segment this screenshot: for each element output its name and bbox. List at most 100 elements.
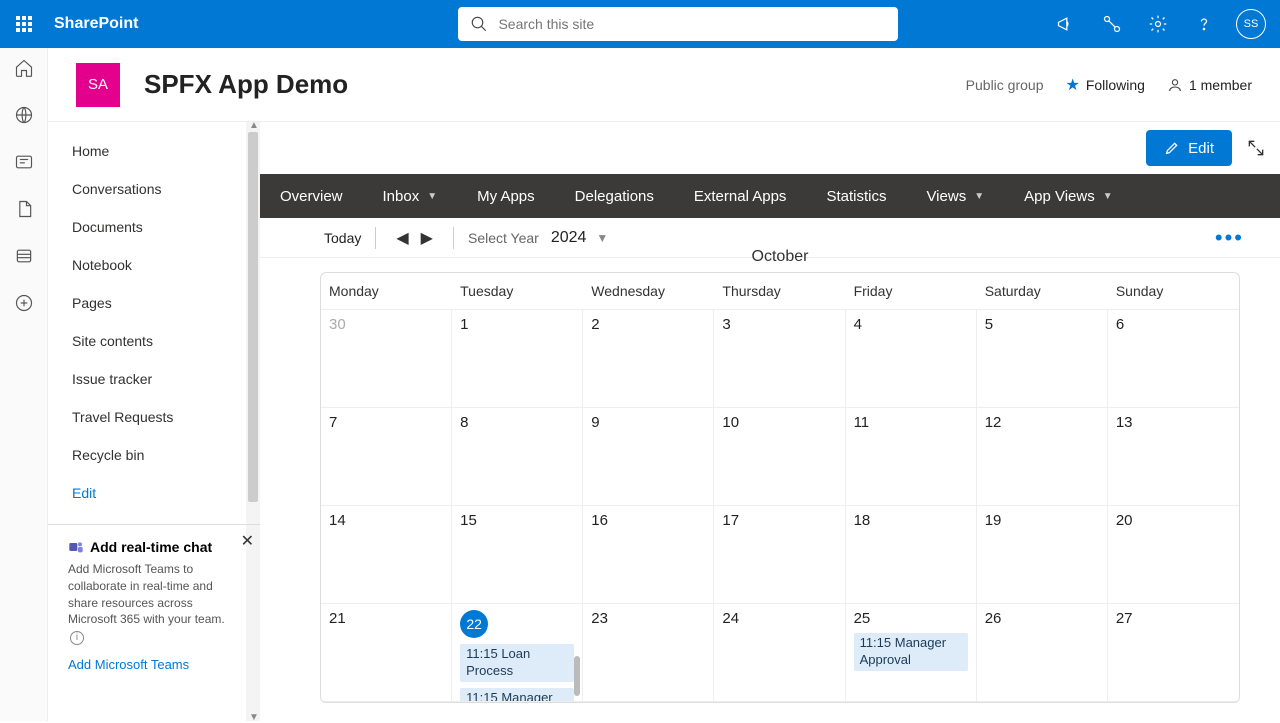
year-value[interactable]: 2024 <box>551 229 587 247</box>
nav-item-issue-tracker[interactable]: Issue tracker <box>48 360 260 398</box>
nav-item-notebook[interactable]: Notebook <box>48 246 260 284</box>
tab-views[interactable]: Views▼ <box>906 174 1004 218</box>
help-button[interactable] <box>1190 10 1218 38</box>
flow-button[interactable] <box>1098 10 1126 38</box>
rail-lists[interactable] <box>14 246 34 271</box>
calendar-cell[interactable]: 20 <box>1108 506 1239 604</box>
calendar-cell[interactable]: 1 <box>452 310 583 408</box>
tab-delegations[interactable]: Delegations <box>555 174 674 218</box>
calendar-cell[interactable]: 21 <box>321 604 452 702</box>
nav-item-pages[interactable]: Pages <box>48 284 260 322</box>
calendar-cell[interactable]: 23 <box>583 604 714 702</box>
chevron-down-icon[interactable]: ▼ <box>596 231 608 245</box>
teams-chat-card: ✕ Add real-time chat Add Microsoft Teams… <box>48 524 260 680</box>
today-button[interactable]: Today <box>324 230 361 246</box>
calendar-cell[interactable]: 2 <box>583 310 714 408</box>
nav-item-conversations[interactable]: Conversations <box>48 170 260 208</box>
nav-item-home[interactable]: Home <box>48 132 260 170</box>
news-icon <box>14 152 34 172</box>
tab-inbox[interactable]: Inbox▼ <box>363 174 458 218</box>
more-actions[interactable]: ••• <box>1215 225 1244 251</box>
calendar-cell[interactable]: 17 <box>714 506 845 604</box>
add-teams-link[interactable]: Add Microsoft Teams <box>68 657 240 672</box>
tab-app-views[interactable]: App Views▼ <box>1004 174 1133 218</box>
search-input[interactable] <box>498 16 886 32</box>
calendar-cell[interactable]: 5 <box>977 310 1108 408</box>
nav-item-recycle-bin[interactable]: Recycle bin <box>48 436 260 474</box>
rail-create[interactable] <box>14 293 34 318</box>
nav-item-travel-requests[interactable]: Travel Requests <box>48 398 260 436</box>
follow-button[interactable]: ★ Following <box>1065 75 1144 95</box>
chat-card-title-text: Add real-time chat <box>90 539 212 555</box>
app-launcher[interactable] <box>0 0 48 48</box>
expand-button[interactable] <box>1242 134 1270 162</box>
suite-brand[interactable]: SharePoint <box>54 15 138 33</box>
prev-arrow[interactable]: ◀ <box>390 228 414 248</box>
nav-edit-link[interactable]: Edit <box>48 474 260 512</box>
search-box[interactable] <box>458 7 898 41</box>
calendar-cell[interactable]: 18 <box>846 506 977 604</box>
calendar-wrap: October MondayTuesdayWednesdayThursdayFr… <box>260 248 1280 703</box>
account-avatar[interactable]: SS <box>1236 9 1266 39</box>
calendar-cell[interactable]: 11 <box>846 408 977 506</box>
calendar-cell[interactable]: 2511:15 Manager Approval <box>846 604 977 702</box>
calendar-cell[interactable]: 7 <box>321 408 452 506</box>
calendar-cell[interactable]: 15 <box>452 506 583 604</box>
rail-home[interactable] <box>14 58 34 83</box>
calendar-cell[interactable]: 24 <box>714 604 845 702</box>
settings-button[interactable] <box>1144 10 1172 38</box>
next-arrow[interactable]: ▶ <box>415 228 439 248</box>
calendar-cell[interactable]: 26 <box>977 604 1108 702</box>
calendar-cell[interactable]: 3 <box>714 310 845 408</box>
rail-files[interactable] <box>14 199 34 224</box>
nav-item-site-contents[interactable]: Site contents <box>48 322 260 360</box>
teams-icon <box>68 539 84 555</box>
calendar-cell[interactable]: 12 <box>977 408 1108 506</box>
site-logo[interactable]: SA <box>76 63 120 107</box>
calendar-cell[interactable]: 9 <box>583 408 714 506</box>
calendar-cell[interactable]: 4 <box>846 310 977 408</box>
rail-global[interactable] <box>14 105 34 130</box>
calendar-cell[interactable]: 10 <box>714 408 845 506</box>
calendar-event[interactable]: 11:15 Manager Approval <box>854 633 968 671</box>
calendar-cell[interactable]: 30 <box>321 310 452 408</box>
tab-overview[interactable]: Overview <box>260 174 363 218</box>
day-number: 19 <box>985 512 1002 529</box>
nav-item-documents[interactable]: Documents <box>48 208 260 246</box>
separator <box>453 227 454 249</box>
calendar-cell[interactable]: 13 <box>1108 408 1239 506</box>
megaphone-button[interactable] <box>1052 10 1080 38</box>
info-icon[interactable]: i <box>70 631 84 645</box>
cell-scroll-thumb[interactable] <box>574 656 580 696</box>
day-number: 13 <box>1116 414 1133 431</box>
rail-news[interactable] <box>14 152 34 177</box>
members-button[interactable]: 1 member <box>1167 77 1252 93</box>
edit-label: Edit <box>1188 140 1214 157</box>
tab-statistics[interactable]: Statistics <box>806 174 906 218</box>
tab-external-apps[interactable]: External Apps <box>674 174 807 218</box>
calendar-cell[interactable]: 27 <box>1108 604 1239 702</box>
close-icon[interactable]: ✕ <box>241 531 254 551</box>
calendar-cell[interactable]: 22 11:15 Loan Process 11:15 Manager <box>452 604 583 702</box>
site-meta: Public group ★ Following 1 member <box>966 75 1252 95</box>
calendar-cell[interactable]: 8 <box>452 408 583 506</box>
calendar-event[interactable]: 11:15 Manager <box>460 688 574 702</box>
day-number: 23 <box>591 610 608 627</box>
calendar-event[interactable]: 11:15 Loan Process <box>460 644 574 682</box>
waffle-icon <box>16 16 32 32</box>
person-icon <box>1167 77 1183 93</box>
scroll-up-icon[interactable]: ▲ <box>249 120 259 131</box>
leftnav-scroll-thumb[interactable] <box>248 132 258 502</box>
day-header: Tuesday <box>452 273 583 310</box>
scroll-down-icon[interactable]: ▼ <box>249 712 259 723</box>
file-icon <box>14 199 34 219</box>
calendar-cell[interactable]: 6 <box>1108 310 1239 408</box>
today-badge: 22 <box>460 610 488 638</box>
calendar-cell[interactable]: 14 <box>321 506 452 604</box>
gear-icon <box>1148 14 1168 34</box>
calendar-cell[interactable]: 19 <box>977 506 1108 604</box>
tab-my-apps[interactable]: My Apps <box>457 174 555 218</box>
edit-page-button[interactable]: Edit <box>1146 130 1232 166</box>
calendar-cell[interactable]: 16 <box>583 506 714 604</box>
chat-card-desc: Add Microsoft Teams to collaborate in re… <box>68 561 240 645</box>
